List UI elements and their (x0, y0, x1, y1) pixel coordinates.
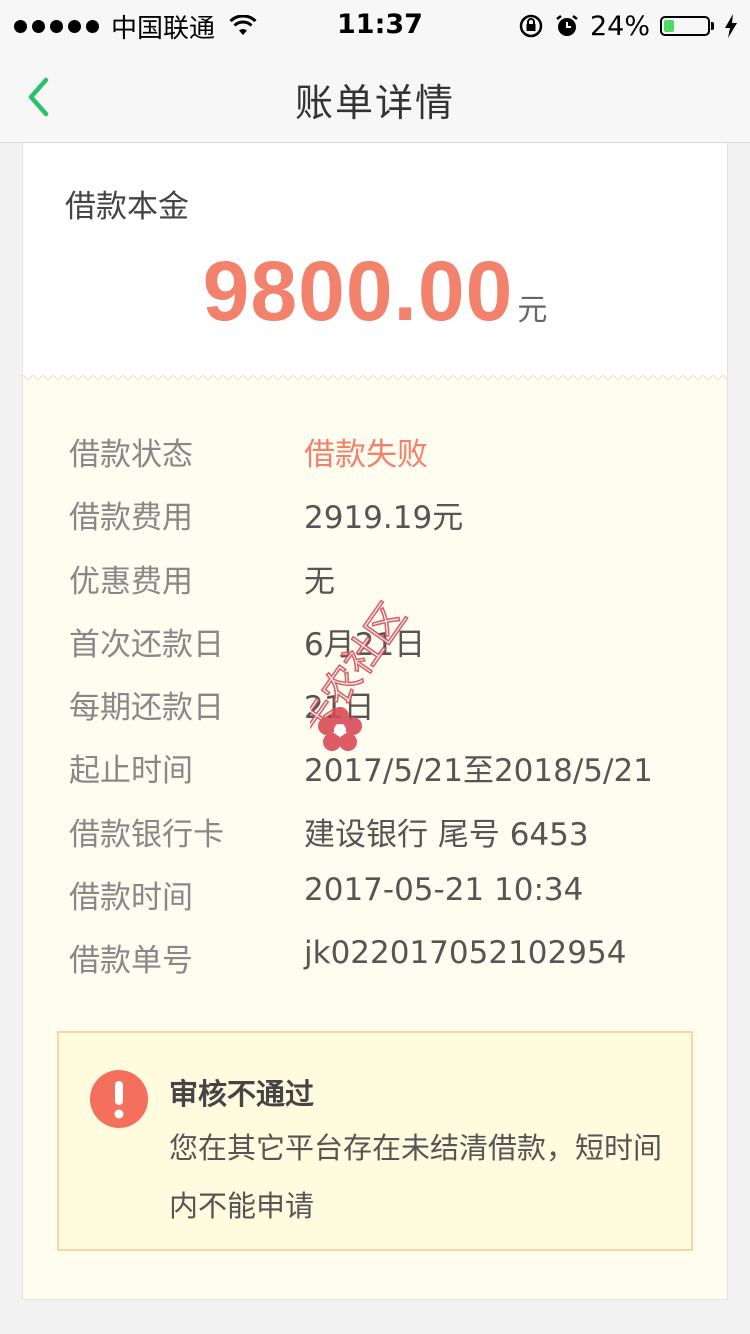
page-title: 账单详情 (294, 81, 455, 125)
principal-amount-row: 9800.00 元 (23, 243, 727, 340)
detail-value: 2919.19元 (304, 500, 464, 537)
status-right: 24% (518, 8, 738, 44)
rotation-lock-icon (519, 14, 543, 38)
detail-list: 借款状态 借款失败借款费用 2919.19元优惠费用 无首次还款日 6月21日每期还款日… (69, 423, 689, 993)
detail-key: 借款单号 (69, 943, 193, 980)
detail-key: 借款银行卡 (69, 816, 224, 853)
detail-row: 起止时间 2017/5/21至2018/5/21 (69, 739, 689, 802)
status-bar: 中国联通 11:37 24% (0, 0, 750, 52)
detail-row: 借款费用 2919.19元 (69, 486, 689, 549)
bolt-icon (725, 14, 737, 38)
detail-key: 首次还款日 (69, 626, 224, 663)
alarm-icon (556, 15, 578, 36)
detail-value: jk022017052102954 (304, 935, 627, 972)
navigation-bar: 账单详情 (0, 52, 750, 143)
principal-label: 借款本金 (65, 189, 189, 225)
detail-value: 无 (304, 563, 335, 600)
principal-amount: 9800.00 (202, 244, 514, 338)
detail-value: 建设银行 尾号 6453 (304, 816, 589, 853)
detail-key: 起止时间 (69, 753, 193, 790)
detail-value: 2017/5/21至2018/5/21 (304, 753, 653, 790)
detail-row: 每期还款日 21日 (69, 676, 689, 739)
detail-value: 2017-05-21 10:34 (304, 872, 584, 909)
detail-value: 6月21日 (304, 626, 426, 663)
zigzag-divider (23, 371, 727, 382)
detail-row: 借款状态 借款失败 (69, 423, 689, 486)
detail-key: 优惠费用 (69, 563, 193, 600)
detail-key: 借款费用 (69, 500, 193, 537)
loan-status-value: 借款失败 (304, 437, 428, 473)
exclamation-circle-icon (90, 1070, 148, 1128)
detail-key: 每期还款日 (69, 690, 224, 727)
notice-title: 审核不通过 (169, 1077, 315, 1111)
detail-key: 借款状态 (69, 437, 193, 473)
detail-row: 优惠费用 无 (69, 550, 689, 613)
detail-row: 借款银行卡 建设银行 尾号 6453 (69, 803, 689, 866)
detail-key: 借款时间 (69, 880, 193, 917)
detail-row: 借款时间 2017-05-21 10:34 (69, 866, 689, 929)
principal-section: 借款本金 9800.00 元 (23, 143, 727, 378)
battery-icon (660, 16, 714, 36)
principal-unit: 元 (517, 293, 548, 328)
detail-row: 首次还款日 6月21日 (69, 613, 689, 676)
detail-row: 借款单号 jk022017052102954 (69, 929, 689, 992)
detail-value: 21日 (304, 690, 375, 727)
notice-text: 您在其它平台存在未结清借款，短时间内不能申请 (169, 1131, 663, 1223)
bill-card: 借款本金 9800.00 元 借款状态 借款失败 借款费用 2919.19元 优惠费用无首… (22, 143, 728, 1300)
review-notice: 审核不通过 您在其它平台存在未结清借款，短时间内不能申请 (57, 1031, 693, 1251)
battery-percent: 24% (589, 10, 650, 42)
